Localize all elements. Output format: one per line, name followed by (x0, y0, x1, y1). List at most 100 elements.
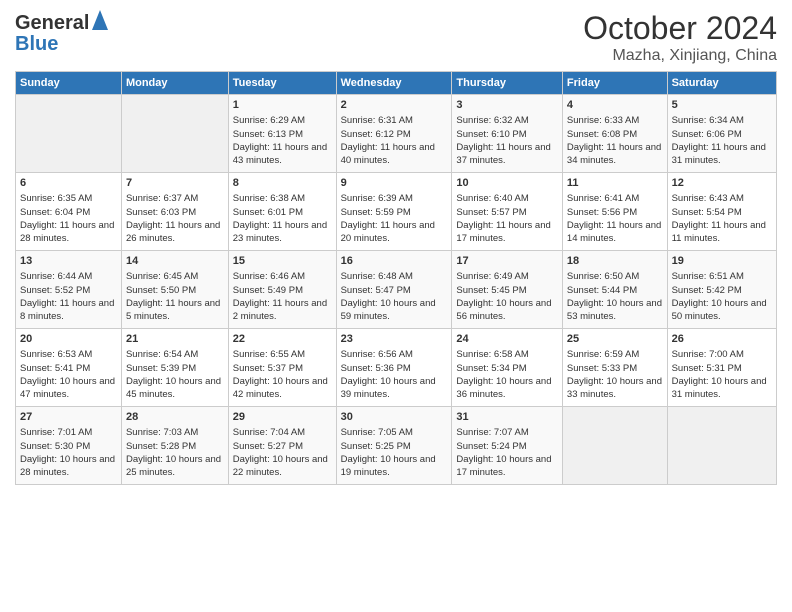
day-info: Sunrise: 6:41 AM (567, 192, 663, 205)
day-info: Daylight: 10 hours and 22 minutes. (233, 453, 332, 480)
day-number: 18 (567, 254, 663, 269)
day-info: Daylight: 11 hours and 17 minutes. (456, 219, 558, 246)
day-info: Sunset: 6:03 PM (126, 206, 224, 219)
col-thursday: Thursday (452, 72, 563, 95)
col-monday: Monday (121, 72, 228, 95)
day-number: 17 (456, 254, 558, 269)
week-row-5: 27Sunrise: 7:01 AMSunset: 5:30 PMDayligh… (16, 407, 777, 485)
day-cell: 31Sunrise: 7:07 AMSunset: 5:24 PMDayligh… (452, 407, 563, 485)
calendar-title: October 2024 (583, 10, 777, 47)
day-info: Daylight: 11 hours and 26 minutes. (126, 219, 224, 246)
day-cell: 9Sunrise: 6:39 AMSunset: 5:59 PMDaylight… (336, 173, 452, 251)
day-info: Sunrise: 6:39 AM (341, 192, 448, 205)
day-cell: 7Sunrise: 6:37 AMSunset: 6:03 PMDaylight… (121, 173, 228, 251)
day-info: Sunrise: 6:32 AM (456, 114, 558, 127)
day-info: Sunrise: 7:01 AM (20, 426, 117, 439)
day-number: 25 (567, 332, 663, 347)
day-info: Sunrise: 6:38 AM (233, 192, 332, 205)
day-info: Daylight: 10 hours and 31 minutes. (672, 375, 772, 402)
day-info: Daylight: 10 hours and 53 minutes. (567, 297, 663, 324)
day-cell (16, 95, 122, 173)
day-cell: 26Sunrise: 7:00 AMSunset: 5:31 PMDayligh… (667, 329, 776, 407)
logo-blue: Blue (15, 33, 58, 56)
day-info: Sunset: 6:13 PM (233, 128, 332, 141)
day-cell: 16Sunrise: 6:48 AMSunset: 5:47 PMDayligh… (336, 251, 452, 329)
day-info: Daylight: 11 hours and 31 minutes. (672, 141, 772, 168)
day-number: 19 (672, 254, 772, 269)
day-info: Sunrise: 7:03 AM (126, 426, 224, 439)
day-info: Sunrise: 6:37 AM (126, 192, 224, 205)
day-info: Sunset: 6:01 PM (233, 206, 332, 219)
day-number: 22 (233, 332, 332, 347)
day-number: 4 (567, 98, 663, 113)
day-info: Sunset: 5:34 PM (456, 362, 558, 375)
logo: General Blue (15, 10, 108, 56)
day-info: Daylight: 11 hours and 37 minutes. (456, 141, 558, 168)
day-number: 20 (20, 332, 117, 347)
day-info: Daylight: 11 hours and 34 minutes. (567, 141, 663, 168)
day-cell: 6Sunrise: 6:35 AMSunset: 6:04 PMDaylight… (16, 173, 122, 251)
day-number: 12 (672, 176, 772, 191)
day-info: Sunrise: 6:44 AM (20, 270, 117, 283)
week-row-1: 1Sunrise: 6:29 AMSunset: 6:13 PMDaylight… (16, 95, 777, 173)
day-cell: 17Sunrise: 6:49 AMSunset: 5:45 PMDayligh… (452, 251, 563, 329)
day-cell: 12Sunrise: 6:43 AMSunset: 5:54 PMDayligh… (667, 173, 776, 251)
day-info: Daylight: 10 hours and 42 minutes. (233, 375, 332, 402)
day-info: Sunset: 5:28 PM (126, 440, 224, 453)
day-cell: 24Sunrise: 6:58 AMSunset: 5:34 PMDayligh… (452, 329, 563, 407)
day-info: Daylight: 11 hours and 14 minutes. (567, 219, 663, 246)
day-info: Sunrise: 7:07 AM (456, 426, 558, 439)
day-number: 10 (456, 176, 558, 191)
day-cell: 4Sunrise: 6:33 AMSunset: 6:08 PMDaylight… (562, 95, 667, 173)
day-info: Sunrise: 7:05 AM (341, 426, 448, 439)
day-cell: 28Sunrise: 7:03 AMSunset: 5:28 PMDayligh… (121, 407, 228, 485)
day-cell: 18Sunrise: 6:50 AMSunset: 5:44 PMDayligh… (562, 251, 667, 329)
day-info: Daylight: 11 hours and 40 minutes. (341, 141, 448, 168)
day-info: Daylight: 10 hours and 33 minutes. (567, 375, 663, 402)
week-row-3: 13Sunrise: 6:44 AMSunset: 5:52 PMDayligh… (16, 251, 777, 329)
day-cell (667, 407, 776, 485)
day-cell (562, 407, 667, 485)
day-info: Daylight: 11 hours and 11 minutes. (672, 219, 772, 246)
day-info: Daylight: 11 hours and 5 minutes. (126, 297, 224, 324)
day-info: Daylight: 10 hours and 56 minutes. (456, 297, 558, 324)
day-info: Sunset: 5:30 PM (20, 440, 117, 453)
day-info: Daylight: 10 hours and 36 minutes. (456, 375, 558, 402)
day-info: Daylight: 11 hours and 23 minutes. (233, 219, 332, 246)
day-info: Sunrise: 6:34 AM (672, 114, 772, 127)
day-info: Sunset: 5:24 PM (456, 440, 558, 453)
col-friday: Friday (562, 72, 667, 95)
day-info: Daylight: 11 hours and 2 minutes. (233, 297, 332, 324)
day-info: Sunrise: 6:51 AM (672, 270, 772, 283)
day-cell: 21Sunrise: 6:54 AMSunset: 5:39 PMDayligh… (121, 329, 228, 407)
day-info: Sunrise: 6:56 AM (341, 348, 448, 361)
day-info: Daylight: 10 hours and 59 minutes. (341, 297, 448, 324)
day-info: Sunset: 5:45 PM (456, 284, 558, 297)
day-info: Sunrise: 6:59 AM (567, 348, 663, 361)
day-cell: 11Sunrise: 6:41 AMSunset: 5:56 PMDayligh… (562, 173, 667, 251)
header-row: Sunday Monday Tuesday Wednesday Thursday… (16, 72, 777, 95)
day-info: Sunrise: 6:49 AM (456, 270, 558, 283)
day-number: 5 (672, 98, 772, 113)
col-tuesday: Tuesday (228, 72, 336, 95)
day-info: Sunrise: 6:58 AM (456, 348, 558, 361)
day-number: 2 (341, 98, 448, 113)
day-info: Daylight: 10 hours and 25 minutes. (126, 453, 224, 480)
day-number: 30 (341, 410, 448, 425)
day-info: Sunset: 6:10 PM (456, 128, 558, 141)
day-cell: 15Sunrise: 6:46 AMSunset: 5:49 PMDayligh… (228, 251, 336, 329)
day-cell: 22Sunrise: 6:55 AMSunset: 5:37 PMDayligh… (228, 329, 336, 407)
day-number: 13 (20, 254, 117, 269)
col-wednesday: Wednesday (336, 72, 452, 95)
day-info: Sunset: 5:31 PM (672, 362, 772, 375)
day-info: Sunset: 6:06 PM (672, 128, 772, 141)
day-number: 6 (20, 176, 117, 191)
day-cell: 20Sunrise: 6:53 AMSunset: 5:41 PMDayligh… (16, 329, 122, 407)
calendar-subtitle: Mazha, Xinjiang, China (583, 47, 777, 65)
day-info: Sunset: 6:04 PM (20, 206, 117, 219)
day-info: Sunrise: 6:29 AM (233, 114, 332, 127)
day-info: Sunrise: 6:35 AM (20, 192, 117, 205)
day-info: Sunrise: 6:50 AM (567, 270, 663, 283)
day-info: Sunset: 5:27 PM (233, 440, 332, 453)
day-info: Daylight: 10 hours and 47 minutes. (20, 375, 117, 402)
